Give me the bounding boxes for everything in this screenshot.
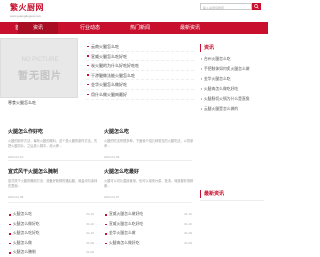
list-item[interactable]: 用什么做火腿肉最好 <box>86 90 194 100</box>
list-item-date: 01-10 <box>86 231 94 235</box>
list-item-date: 01-10 <box>86 212 94 216</box>
image-placeholder: 暂无图片 <box>18 71 62 82</box>
article-summary: 火腿可以切片直接食用，也可以用来炒菜、煲汤，味道都非常鲜美... <box>104 179 194 188</box>
nav-item-hot[interactable]: 热门新闻 <box>120 22 160 34</box>
list-item[interactable]: 干渗腿做法能火腿怎么吃 <box>86 71 194 81</box>
article-title[interactable]: 火腿怎么吃 <box>104 128 196 135</box>
list-item[interactable]: 宣威火腿怎么吃好吃 <box>86 52 194 62</box>
list-item[interactable]: 火腿怎么腌制 01-09 <box>8 248 94 257</box>
list-item[interactable]: 火腿怎么吃好吃 01-10 <box>8 229 94 239</box>
list-item[interactable]: 金华火腿怎么做 01-09 <box>104 229 192 239</box>
article-date: 2024-01-08 <box>8 195 24 199</box>
sidebar-item[interactable]: 云腿火腿是怎么做的 <box>200 104 264 114</box>
main-nav: 首页 资讯 行业动态 热门新闻 最新资讯 <box>0 22 268 34</box>
bottom-news-list-left: 火腿怎么吃 01-10 火腿怎么做好吃 01-10 火腿怎么吃好吃 01-10 火腿怎… <box>8 210 94 257</box>
list-item-date: 01-10 <box>86 221 94 226</box>
list-item-text[interactable]: 火腿怎么腌制 <box>13 250 36 254</box>
sidebar-item[interactable]: 火腿肠切火锅为什么是直角 <box>200 94 264 104</box>
list-item-text[interactable]: 金华火腿怎么做 <box>109 231 136 235</box>
article-title[interactable]: 宣式风干火腿怎么腌制 <box>8 168 100 175</box>
list-item[interactable]: 金华火腿怎么做好吃 <box>86 80 194 90</box>
site-logo-title[interactable]: 繁火厨网 <box>10 2 44 13</box>
list-item-date: 01-09 <box>86 240 94 245</box>
list-item[interactable]: 火腿肉怎么做好吃 01-09 <box>104 239 192 249</box>
featured-caption[interactable]: 寒食火腿怎么吃 <box>8 100 36 106</box>
list-item-text[interactable]: 火腿怎么做 <box>13 241 32 245</box>
list-item[interactable]: 火腿怎么做 01-09 <box>8 239 94 249</box>
list-item[interactable]: 炭火腿的为什么好吃好吃吃 <box>86 61 194 71</box>
list-item-date: 01-09 <box>184 240 192 245</box>
list-item-date: 01-09 <box>86 250 94 254</box>
image-placeholder-sub: NO PICTURE <box>21 57 59 63</box>
search-input[interactable]: 输入关键词搜索 <box>200 3 252 10</box>
article-date: 2024-01-09 <box>104 155 120 159</box>
list-item[interactable]: 宣威火腿怎么吃好吃 01-10 <box>104 220 192 230</box>
article-summary: 火腿的吃法有很多种，下面就介绍几种常见的火腿吃法，以供参考... <box>104 139 194 148</box>
article-card[interactable]: 宣式风干火腿怎么腌制 宣式风干火腿的腌制方法：准备好新鲜的猪后腿，用盐均匀涂抹在… <box>8 168 100 199</box>
article-date: 2024-01-10 <box>8 155 24 159</box>
list-item-date: 01-10 <box>184 221 192 226</box>
divider <box>200 200 264 201</box>
nav-item-news[interactable]: 资讯 <box>18 22 58 34</box>
sidebar-title-latest: 最新资讯 <box>200 190 224 198</box>
sidebar-news-list: 台州火腿怎么吃 手把肢体如何炙火腿怎么做 金华火腿怎么吃 火腿肉怎么做吃好吃 火… <box>200 54 264 114</box>
article-summary: 宣式风干火腿的腌制方法：准备好新鲜的猪后腿，用盐均匀涂抹在表面... <box>8 179 98 188</box>
site-header: 繁火厨网 www.guangdeguai.com 输入关键词搜索 <box>0 0 268 22</box>
article-card[interactable]: 火腿怎么作好吃 火腿的制作方法，每有火腿的酱料，这个是火腿的制作方法，先把火腿切… <box>8 128 100 159</box>
search-icon <box>254 4 259 9</box>
list-item[interactable]: 火腿怎么吃 01-10 <box>8 210 94 220</box>
article-card[interactable]: 火腿怎么吃最好 火腿可以切片直接食用，也可以用来炒菜、煲汤，味道都非常鲜美...… <box>104 168 196 199</box>
list-item-date: 01-10 <box>184 212 192 216</box>
sidebar-title-news: 资讯 <box>200 44 214 52</box>
list-item[interactable]: 火腿怎么做好吃 01-10 <box>8 220 94 230</box>
article-summary: 火腿的制作方法，每有火腿的酱料，这个是火腿的制作方法，先把火腿切片，之后放入锅中… <box>8 139 98 148</box>
article-card[interactable]: 火腿怎么吃 火腿的吃法有很多种，下面就介绍几种常见的火腿吃法，以供参考... 2… <box>104 128 196 159</box>
list-item-text[interactable]: 宣威火腿怎么吃好吃 <box>109 222 143 226</box>
featured-image[interactable]: NO PICTURE 暂无图片 <box>0 38 78 98</box>
sidebar-item[interactable]: 金华火腿怎么吃 <box>200 74 264 84</box>
list-item-text[interactable]: 火腿肉怎么做好吃 <box>109 241 139 245</box>
divider <box>8 160 192 161</box>
article-date: 2024-01-07 <box>104 195 120 199</box>
article-title[interactable]: 火腿怎么吃最好 <box>104 168 196 175</box>
article-title[interactable]: 火腿怎么作好吃 <box>8 128 100 135</box>
nav-item-industry[interactable]: 行业动态 <box>70 22 110 34</box>
list-item[interactable]: 宣威火腿怎么做好吃 01-10 <box>104 210 192 220</box>
list-item-text[interactable]: 火腿怎么做好吃 <box>13 222 40 226</box>
list-item-text[interactable]: 火腿怎么吃 <box>13 212 32 216</box>
list-item-date: 01-09 <box>184 231 192 235</box>
divider <box>8 202 192 203</box>
search-button[interactable] <box>252 3 261 10</box>
list-item-text[interactable]: 火腿怎么吃好吃 <box>13 231 40 235</box>
sidebar-item[interactable]: 台州火腿怎么吃 <box>200 54 264 64</box>
list-item[interactable]: 云南火腿怎么吃 <box>86 42 194 52</box>
nav-item-latest[interactable]: 最新资讯 <box>170 22 210 34</box>
list-item-text[interactable]: 宣威火腿怎么做好吃 <box>109 212 143 216</box>
site-url: www.guangdeguai.com <box>10 14 42 18</box>
sidebar-item[interactable]: 火腿肉怎么做吃好吃 <box>200 84 264 94</box>
top-news-list: 云南火腿怎么吃 宣威火腿怎么吃好吃 炭火腿的为什么好吃好吃吃 干渗腿做法能火腿怎… <box>86 42 194 100</box>
sidebar-item[interactable]: 手把肢体如何炙火腿怎么做 <box>200 64 264 74</box>
bottom-news-list-right: 宣威火腿怎么做好吃 01-10 宣威火腿怎么吃好吃 01-10 金华火腿怎么做 01-… <box>104 210 192 248</box>
